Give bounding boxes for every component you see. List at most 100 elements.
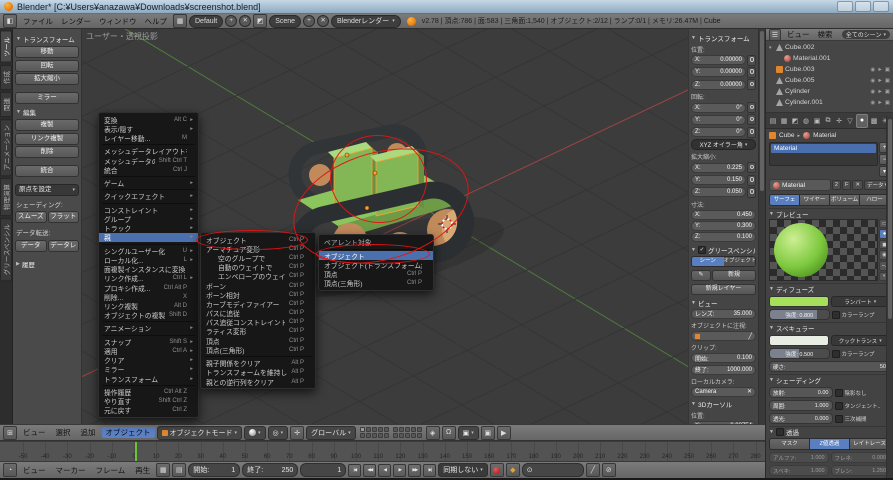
screen-layout-field[interactable]: Default [189,15,223,28]
visibility-eye-icon[interactable]: ◉ [871,89,876,95]
layer-cell[interactable] [366,433,371,438]
layer-cell[interactable] [360,433,365,438]
material-slot-active[interactable]: Material [771,144,876,153]
lock-to-scene-icon[interactable]: ◈ [426,426,440,440]
manipulator-toggle[interactable]: ✛ [290,426,304,440]
current-frame-field[interactable]: 1 [300,463,346,477]
material-type-0[interactable]: サーフェ [770,195,800,205]
npanel-panel-header[interactable]: ▼ビュー [691,298,756,308]
selectability-icon[interactable]: ► [877,67,882,73]
transparency-field-1[interactable]: フレネ:0.000 [831,452,891,463]
menu-item[interactable]: 親との逆行列をクリアAlt P [201,377,315,386]
new-layer-button[interactable]: 新規レイヤー [691,284,756,295]
preview-range-toggle[interactable]: ▦ [156,463,170,477]
topbar-menu-2[interactable]: ウィンドウ [95,16,141,27]
snap-magnet-button[interactable]: Ω [442,426,456,440]
lock-icon[interactable] [747,79,756,90]
data-transfer-button-0[interactable]: データ [15,240,47,252]
layer-cell[interactable] [405,427,410,432]
timeline-menu-2[interactable]: フレーム [92,465,130,476]
opengl-render-anim-button[interactable]: ▶ [497,426,511,440]
layer-cell[interactable] [411,427,416,432]
layer-cell[interactable] [384,433,389,438]
tab-material[interactable]: ● [856,114,868,128]
expander-icon[interactable]: ▾ [769,45,774,51]
viewport-menu-object[interactable]: オブジェクト [102,427,155,438]
layer-cell[interactable] [393,427,398,432]
edit-button-2[interactable]: 削除 [15,146,79,158]
tab-modifiers[interactable]: ✛ [834,115,844,127]
number-field[interactable]: 開始:0.100 [691,353,756,363]
transform-button-2[interactable]: 拡大縮小 [15,73,79,85]
outliner-row[interactable]: Cylinder◉►▣ [767,86,892,97]
shading-field-2[interactable]: 透光:0.000 [769,413,833,424]
menu-item[interactable]: 親▸ [99,233,198,242]
transparency-mode-1[interactable]: Z値透過 [810,439,850,449]
lock-icon[interactable] [747,55,756,66]
layer-cell[interactable] [378,433,383,438]
npanel-scrollbar[interactable] [758,29,765,424]
diffuse-shader-dropdown[interactable]: ランバート▾ [831,296,891,307]
layer-cell[interactable] [405,433,410,438]
outliner-menu-0[interactable]: ビュー [783,29,814,40]
rotation-mode-dropdown[interactable]: XYZ オイラー角▾ [691,139,756,150]
unlink-button[interactable]: ✕ [852,180,863,190]
frame-lock-toggle[interactable]: ▤ [172,463,186,477]
lock-icon[interactable] [747,102,756,113]
maximize-button[interactable] [855,1,871,12]
edit-panel-header[interactable]: ▼編集 [16,107,78,117]
menu-item[interactable]: 頂点(三角形)Ctrl P [319,279,433,288]
transparency-mode-0[interactable]: マスク [770,439,810,449]
diffuse-ramp-checkbox[interactable]: カラーランプ [832,311,891,319]
toolshelf-tab-1[interactable]: 作成 [0,65,12,90]
number-field[interactable]: Z:0° [691,127,746,137]
toolshelf-tab-4[interactable]: 物理演算 [0,178,12,216]
diffuse-panel-header[interactable]: ▼ディフューズ [769,283,890,294]
shading-checkbox-1[interactable]: タンジェント.. [835,402,891,410]
lock-icon[interactable] [747,187,756,198]
panel-checkbox[interactable] [776,428,784,436]
jump-start-button[interactable]: |◀ [348,464,361,477]
transparency-field-3[interactable]: ブレン:1.250 [831,465,891,476]
mirror-button[interactable]: ミラー [15,92,79,104]
lock-icon[interactable] [747,67,756,78]
menu-item[interactable]: ゲーム▸ [99,179,198,188]
number-field[interactable]: X:0.450 [691,210,756,220]
layers-widget[interactable] [360,427,422,438]
toolshelf-tab-5[interactable]: グリースペンシル [0,218,12,281]
topbar-menu-3[interactable]: ヘルプ [141,16,172,27]
toolshelf-tab-0[interactable]: ツール [0,31,12,63]
material-type-3[interactable]: ハロー [860,195,889,205]
number-field[interactable]: X:0° [691,103,746,113]
renderability-camera-icon[interactable]: ▣ [885,100,890,106]
diffuse-color-swatch[interactable] [769,296,829,307]
outliner-filter-dropdown[interactable]: 全てのシーン ▾ [842,30,890,39]
menu-item[interactable]: トランスフォーム▸ [99,374,198,383]
camera-field[interactable]: Camera✕ [691,387,756,397]
next-frame-button[interactable]: ▶▶ [408,464,421,477]
menu-item[interactable]: レイヤー移動...M [99,133,198,142]
specular-panel-header[interactable]: ▼スペキュラー [769,322,890,333]
transform-button-1[interactable]: 回転 [15,60,79,72]
shading-panel-header[interactable]: ▼シェーディング [769,374,890,385]
outliner-row[interactable]: ▾Cube.002 [767,42,892,53]
shading-checkbox-2[interactable]: 三次補間 [835,415,891,423]
start-frame-field[interactable]: 開始:1 [188,463,240,477]
prev-keyframe-button[interactable]: ◀◀ [363,464,376,477]
tab-render-layers[interactable]: ▦ [779,115,789,127]
timeline-editor-icon[interactable]: ◔ [3,463,17,477]
eyedropper-button[interactable]: ╱ [586,463,600,477]
edit-button-0[interactable]: 複製 [15,119,79,131]
viewport-menu-2[interactable]: 追加 [77,427,100,438]
layer-cell[interactable] [393,433,398,438]
number-field[interactable]: Y:0.300 [691,221,756,231]
orientation-dropdown[interactable]: グローバル▾ [306,426,355,440]
number-field[interactable]: Z:0.100 [691,232,756,242]
visibility-eye-icon[interactable]: ◉ [871,100,876,106]
sync-dropdown[interactable]: 同期しない▾ [438,463,488,477]
pencil-dropdown[interactable]: ✎ [691,270,711,281]
tab-render[interactable]: ▤ [768,115,778,127]
layer-cell[interactable] [360,427,365,432]
layer-cell[interactable] [399,427,404,432]
layer-cell[interactable] [417,427,422,432]
